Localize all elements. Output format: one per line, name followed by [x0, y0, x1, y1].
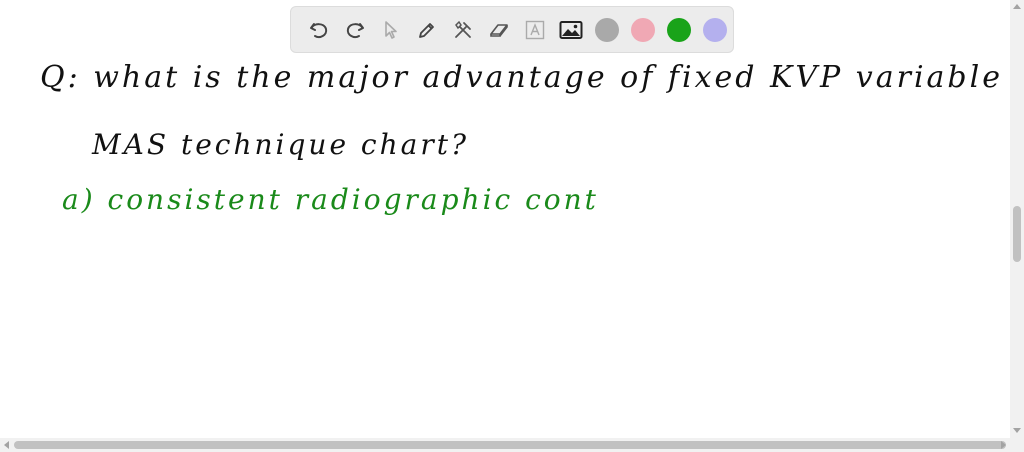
color-swatch-pink[interactable]: [631, 17, 655, 42]
handwritten-answer-line: a) consistent radiographic cont: [62, 183, 599, 216]
eraser-icon: [490, 23, 508, 37]
undo-icon: [310, 22, 328, 38]
handwritten-question-line-2: MAS technique chart?: [92, 128, 469, 161]
drawing-toolbar: [290, 6, 734, 53]
handwritten-question-line-1: Q: what is the major advantage of fixed …: [40, 60, 1003, 95]
horizontal-scrollbar[interactable]: [0, 438, 1024, 452]
pen-button[interactable]: [409, 12, 445, 48]
tools-button[interactable]: [445, 12, 481, 48]
text-button[interactable]: [517, 12, 553, 48]
undo-button[interactable]: [301, 12, 337, 48]
select-button[interactable]: [373, 12, 409, 48]
image-button[interactable]: [553, 12, 589, 48]
color-swatch-green[interactable]: [667, 17, 691, 42]
horizontal-scroll-thumb[interactable]: [14, 441, 1006, 449]
text-icon: [525, 20, 545, 39]
tools-icon: [455, 20, 471, 38]
color-swatch-lavender[interactable]: [703, 17, 727, 42]
scroll-right-arrow-icon[interactable]: [1001, 441, 1006, 449]
vertical-scroll-thumb[interactable]: [1013, 206, 1021, 262]
scroll-up-arrow-icon[interactable]: [1013, 4, 1021, 9]
image-icon: [559, 20, 583, 39]
whiteboard-canvas[interactable]: Q: what is the major advantage of fixed …: [0, 0, 1010, 438]
redo-button[interactable]: [337, 12, 373, 48]
vertical-scrollbar[interactable]: [1010, 0, 1024, 438]
pen-icon: [419, 22, 434, 38]
select-pointer-icon: [385, 20, 397, 39]
scroll-left-arrow-icon[interactable]: [4, 441, 9, 449]
eraser-button[interactable]: [481, 12, 517, 48]
color-swatch-gray[interactable]: [595, 17, 619, 42]
scroll-down-arrow-icon[interactable]: [1013, 428, 1021, 433]
redo-icon: [346, 22, 364, 38]
